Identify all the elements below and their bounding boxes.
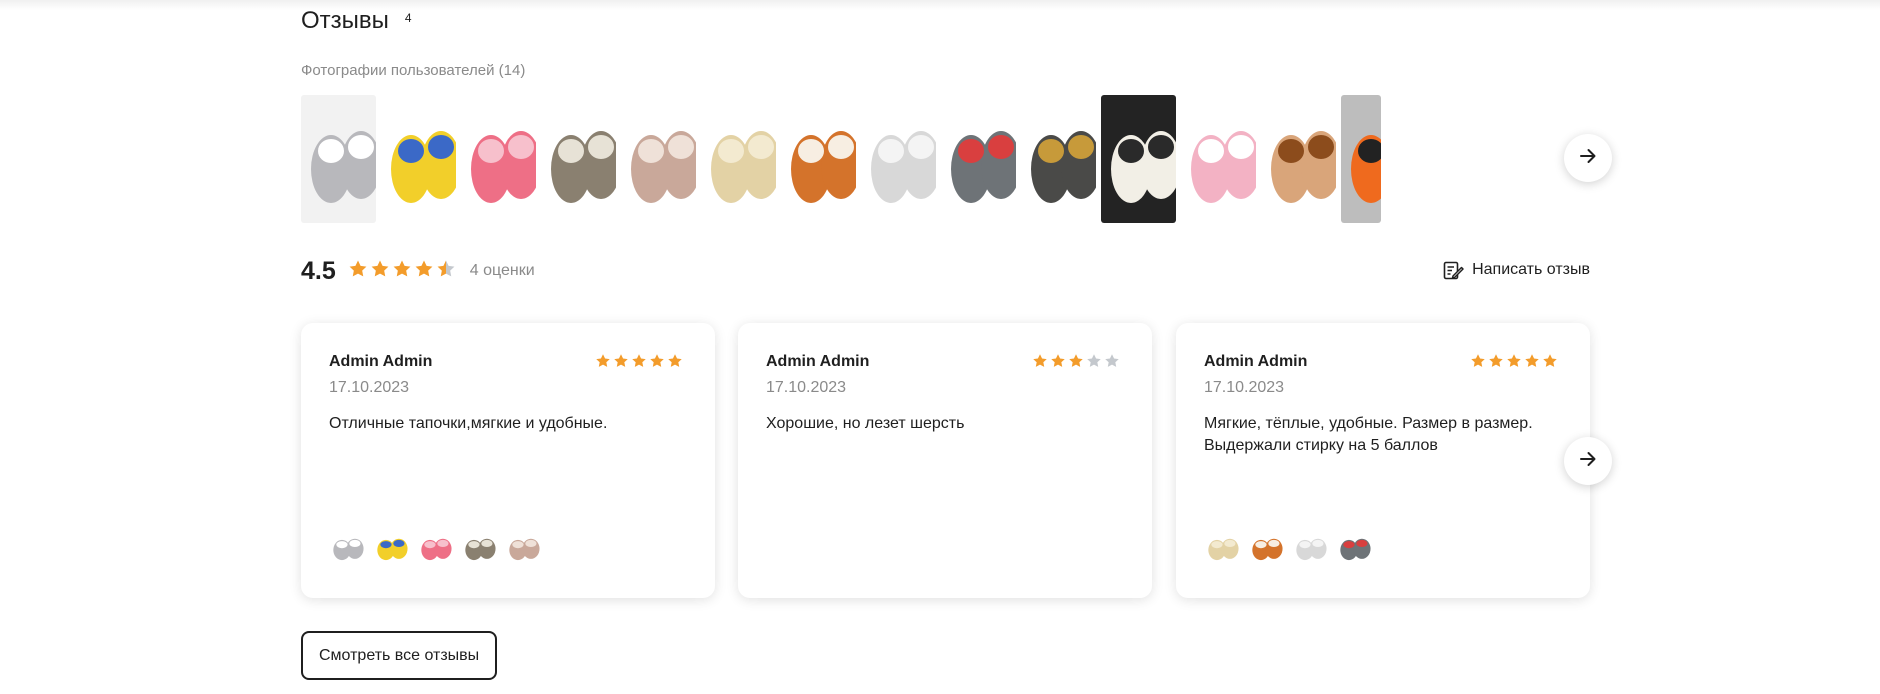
star-filled-icon	[613, 353, 629, 374]
star-filled-icon	[1488, 353, 1504, 374]
pink-fur-slippers-photo[interactable]	[461, 95, 536, 223]
pink-fur-slippers-thumbnail[interactable]	[417, 528, 455, 566]
review-card: Admin Admin 17.10.2023 Хорошие, но лезет…	[738, 323, 1152, 598]
write-review-label: Написать отзыв	[1472, 261, 1590, 278]
average-rating: 4.5	[301, 256, 336, 285]
star-filled-icon	[649, 353, 665, 374]
review-stars	[1032, 353, 1122, 374]
ratings-count: 4 оценки	[469, 262, 535, 279]
rating-summary: 4.5 4 оценки	[301, 256, 535, 286]
edit-note-icon	[1442, 259, 1464, 281]
user-photos-strip	[301, 95, 1590, 223]
review-text: Отличные тапочки,мягкие и удобные.	[329, 415, 608, 432]
star-half-icon	[436, 259, 456, 284]
star-filled-icon	[348, 259, 368, 284]
review-photos	[1204, 528, 1380, 566]
reviews-title: Отзывы	[301, 7, 389, 34]
review-stars	[1470, 353, 1560, 374]
star-filled-icon	[1470, 353, 1486, 374]
shark-slippers-photo[interactable]	[941, 95, 1016, 223]
pink-felt-slippers-thumbnail[interactable]	[505, 528, 543, 566]
orange-slippers-photo[interactable]	[1341, 95, 1381, 223]
review-cards: Admin Admin 17.10.2023 Отличные тапочки,…	[301, 323, 1590, 598]
review-date: 17.10.2023	[766, 379, 847, 396]
star-filled-icon	[392, 259, 412, 284]
star-filled-icon	[1506, 353, 1522, 374]
pink-felt-slippers-photo[interactable]	[621, 95, 696, 223]
arrow-right-icon	[1578, 146, 1598, 171]
review-author: Admin Admin	[329, 353, 433, 370]
minion-slippers-thumbnail[interactable]	[373, 528, 411, 566]
star-empty-icon	[1104, 353, 1120, 374]
review-author: Admin Admin	[1204, 353, 1308, 370]
star-filled-icon	[667, 353, 683, 374]
review-text: Хорошие, но лезет шерсть	[766, 415, 965, 432]
grey-felt-slippers-photo[interactable]	[541, 95, 616, 223]
star-filled-icon	[414, 259, 434, 284]
star-filled-icon	[631, 353, 647, 374]
grey-felt-slippers-thumbnail[interactable]	[461, 528, 499, 566]
grey-cat-slippers-photo[interactable]	[301, 95, 376, 223]
star-filled-icon	[1068, 353, 1084, 374]
pink-pig-slippers-photo[interactable]	[1181, 95, 1256, 223]
arrow-right-icon	[1578, 449, 1598, 474]
reviews-header: Отзывы 4	[301, 7, 412, 35]
star-filled-icon	[1524, 353, 1540, 374]
review-author: Admin Admin	[766, 353, 870, 370]
user-photos-label: Фотографии пользователей (14)	[301, 62, 526, 79]
star-filled-icon	[1032, 353, 1048, 374]
average-rating-stars	[348, 259, 458, 284]
reviews-section: Отзывы 4 Фотографии пользователей (14) 4…	[301, 0, 1612, 694]
unicorn-slippers-photo[interactable]	[861, 95, 936, 223]
write-review-button[interactable]: Написать отзыв	[1442, 258, 1590, 282]
review-date: 17.10.2023	[1204, 379, 1285, 396]
unicorn-slippers-thumbnail[interactable]	[1292, 528, 1330, 566]
review-photos	[329, 528, 549, 566]
reviews-count: 4	[404, 11, 412, 25]
beige-sheepskin-slippers-thumbnail[interactable]	[1204, 528, 1242, 566]
minion-slippers-photo[interactable]	[381, 95, 456, 223]
star-filled-icon	[1542, 353, 1558, 374]
shark-slippers-thumbnail[interactable]	[1336, 528, 1374, 566]
photos-next-button[interactable]	[1564, 134, 1612, 182]
review-card: Admin Admin 17.10.2023 Отличные тапочки,…	[301, 323, 715, 598]
all-reviews-button[interactable]: Смотреть все отзывы	[301, 631, 498, 680]
review-stars	[595, 353, 685, 374]
review-card: Admin Admin 17.10.2023 Мягкие, тёплые, у…	[1176, 323, 1590, 598]
panda-slippers-photo[interactable]	[1101, 95, 1176, 223]
star-filled-icon	[370, 259, 390, 284]
beige-sheepskin-slippers-photo[interactable]	[701, 95, 776, 223]
review-text: Мягкие, тёплые, удобные. Размер в размер…	[1204, 415, 1533, 454]
star-empty-icon	[1086, 353, 1102, 374]
dark-felt-slippers-photo[interactable]	[1021, 95, 1096, 223]
orange-fur-slippers-photo[interactable]	[781, 95, 856, 223]
lion-slippers-photo[interactable]	[1261, 95, 1336, 223]
review-date: 17.10.2023	[329, 379, 410, 396]
star-filled-icon	[1050, 353, 1066, 374]
grey-cat-slippers-thumbnail[interactable]	[329, 528, 367, 566]
reviews-next-button[interactable]	[1564, 437, 1612, 485]
star-filled-icon	[595, 353, 611, 374]
orange-fur-slippers-thumbnail[interactable]	[1248, 528, 1286, 566]
